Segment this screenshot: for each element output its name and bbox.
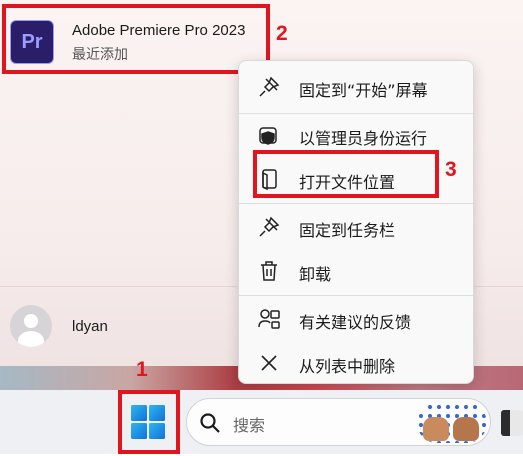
search-icon [200, 413, 220, 433]
menu-item-label: 卸载 [299, 265, 332, 284]
taskbar-search-box[interactable]: 搜索 [186, 398, 491, 446]
search-placeholder: 搜索 [233, 416, 266, 435]
menu-item-uninstall[interactable]: 卸载 [243, 251, 469, 291]
pin-icon [259, 76, 280, 97]
menu-item-label: 固定到任务栏 [299, 221, 396, 240]
menu-item-feedback[interactable]: 有关建议的反馈 [243, 299, 469, 339]
menu-separator [239, 203, 473, 204]
admin-shield-icon [259, 127, 277, 145]
menu-item-pin-to-start[interactable]: 固定到“开始”屏幕 [243, 67, 469, 107]
highlight-box-open-location [253, 150, 439, 198]
menu-item-run-as-admin[interactable]: 以管理员身份运行 [243, 115, 469, 155]
taskbar-app-icon[interactable] [501, 410, 523, 436]
user-account-button[interactable]: ldyan [10, 305, 210, 349]
pin-icon [259, 216, 280, 237]
trash-icon [261, 261, 277, 281]
step-marker-1: 1 [136, 358, 148, 381]
step-marker-2: 2 [276, 22, 288, 45]
feedback-icon [258, 309, 280, 329]
menu-item-label: 从列表中删除 [299, 357, 396, 376]
highlight-box-start [118, 390, 180, 454]
context-menu: 固定到“开始”屏幕 以管理员身份运行 打开文件位置 固定到任务栏 卸载 有关建议… [238, 60, 474, 384]
clapping-hand-icon [423, 417, 449, 441]
highlight-box-app [2, 4, 270, 74]
menu-item-label: 以管理员身份运行 [299, 129, 428, 148]
menu-item-remove-from-list[interactable]: 从列表中删除 [243, 343, 469, 383]
user-name: ldyan [72, 318, 108, 335]
step-marker-3: 3 [445, 158, 457, 181]
search-highlight-image [417, 403, 487, 443]
clapping-hand-icon [453, 417, 479, 441]
menu-separator [239, 113, 473, 114]
menu-item-label: 有关建议的反馈 [299, 313, 412, 332]
close-icon [261, 355, 277, 371]
menu-item-pin-to-taskbar[interactable]: 固定到任务栏 [243, 207, 469, 247]
avatar [10, 305, 52, 347]
menu-item-label: 固定到“开始”屏幕 [299, 81, 428, 100]
menu-separator [239, 295, 473, 296]
